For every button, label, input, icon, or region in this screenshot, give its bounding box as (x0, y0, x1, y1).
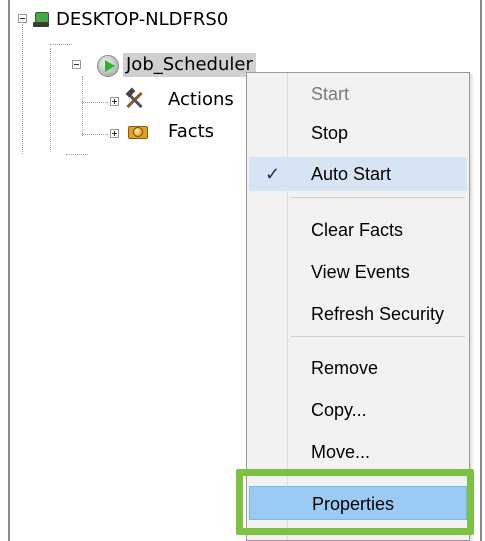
tree-connector (22, 24, 23, 154)
menu-item-label: Auto Start (311, 164, 392, 184)
tree-node-facts[interactable]: Facts (168, 120, 214, 144)
tree-connector (66, 154, 88, 155)
tree-node-root[interactable]: DESKTOP-NLDFRS0 (56, 8, 228, 32)
menu-item-label: Stop (311, 123, 349, 143)
menu-item-label: Clear Facts (311, 220, 404, 240)
tree-node-actions[interactable]: Actions (168, 88, 234, 112)
menu-item-label: Move... (311, 442, 371, 462)
tree-node-service[interactable]: Job_Scheduler (123, 53, 256, 77)
menu-separator (291, 197, 465, 198)
tree-connector (50, 48, 51, 152)
menu-item-stop[interactable]: Stop (249, 116, 467, 150)
tree-connector (82, 134, 108, 135)
menu-item-auto-start[interactable]: ✓ Auto Start (249, 157, 467, 191)
expand-toggle-actions[interactable] (110, 97, 119, 106)
menu-item-refresh-security[interactable]: Refresh Security (249, 297, 467, 331)
menu-item-label: Start (311, 84, 350, 104)
menu-item-view-events[interactable]: View Events (249, 255, 467, 289)
collapse-toggle-service[interactable] (72, 60, 81, 69)
checkmark-icon: ✓ (265, 164, 281, 184)
properties-highlight-outline (236, 469, 474, 535)
menu-separator (291, 336, 465, 337)
menu-item-remove[interactable]: Remove (249, 351, 467, 385)
menu-item-label: Copy... (311, 400, 367, 420)
menu-item-label: View Events (311, 262, 410, 282)
service-running-icon (97, 55, 119, 77)
tools-icon (123, 87, 145, 111)
expand-toggle-facts[interactable] (110, 129, 119, 138)
menu-item-copy[interactable]: Copy... (249, 393, 467, 427)
menu-item-move[interactable]: Move... (249, 435, 467, 469)
collapse-toggle-root[interactable] (18, 14, 27, 23)
tree-connector (82, 76, 83, 136)
tree-connector (82, 102, 108, 103)
menu-item-label: Refresh Security (311, 304, 445, 324)
tree-connector (50, 44, 72, 45)
computer-icon (33, 10, 51, 28)
menu-item-label: Remove (311, 358, 379, 378)
menu-item-start[interactable]: Start (249, 77, 467, 111)
facts-icon (128, 123, 148, 139)
menu-item-clear-facts[interactable]: Clear Facts (249, 213, 467, 247)
